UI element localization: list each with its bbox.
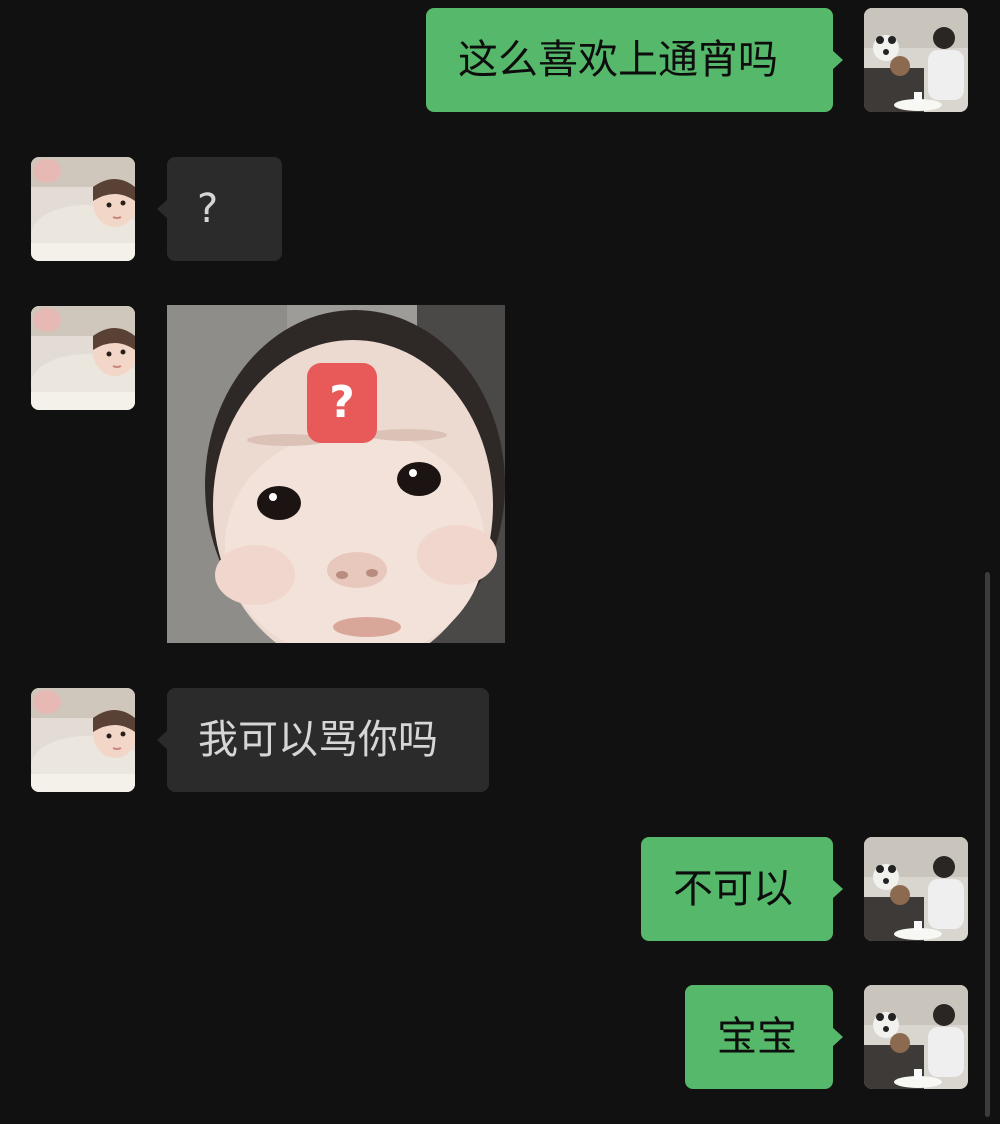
bubble-tail	[157, 199, 168, 219]
avatar-contact[interactable]	[31, 157, 135, 261]
chat-area: 这么喜欢上通宵吗 ? ? 我可以骂你吗 不可以 宝宝	[0, 0, 1000, 1124]
question-mark-badge: ?	[307, 363, 377, 443]
bubble-tail	[832, 1027, 843, 1047]
baby-face-question-mark-sticker[interactable]: ?	[167, 305, 505, 643]
avatar-contact[interactable]	[31, 688, 135, 792]
message-bubble-outgoing[interactable]: 不可以	[641, 837, 843, 941]
message-bubble-outgoing[interactable]: 宝宝	[685, 985, 843, 1089]
message-text: 不可以	[673, 866, 793, 912]
message-bubble-outgoing[interactable]: 这么喜欢上通宵吗	[426, 8, 843, 112]
bubble-tail	[832, 879, 843, 899]
message-text: 我可以骂你吗	[198, 717, 438, 763]
message-bubble-incoming[interactable]: ?	[157, 157, 282, 261]
scrollbar[interactable]	[985, 572, 990, 1117]
avatar-contact[interactable]	[31, 306, 135, 410]
message-bubble-incoming[interactable]: 我可以骂你吗	[157, 688, 489, 792]
message-text: 这么喜欢上通宵吗	[458, 37, 778, 83]
avatar-self[interactable]	[864, 985, 968, 1089]
message-text: 宝宝	[717, 1014, 797, 1060]
avatar-self[interactable]	[864, 837, 968, 941]
bubble-tail	[157, 730, 168, 750]
bubble-tail	[832, 50, 843, 70]
avatar-self[interactable]	[864, 8, 968, 112]
message-text: ?	[197, 186, 219, 232]
